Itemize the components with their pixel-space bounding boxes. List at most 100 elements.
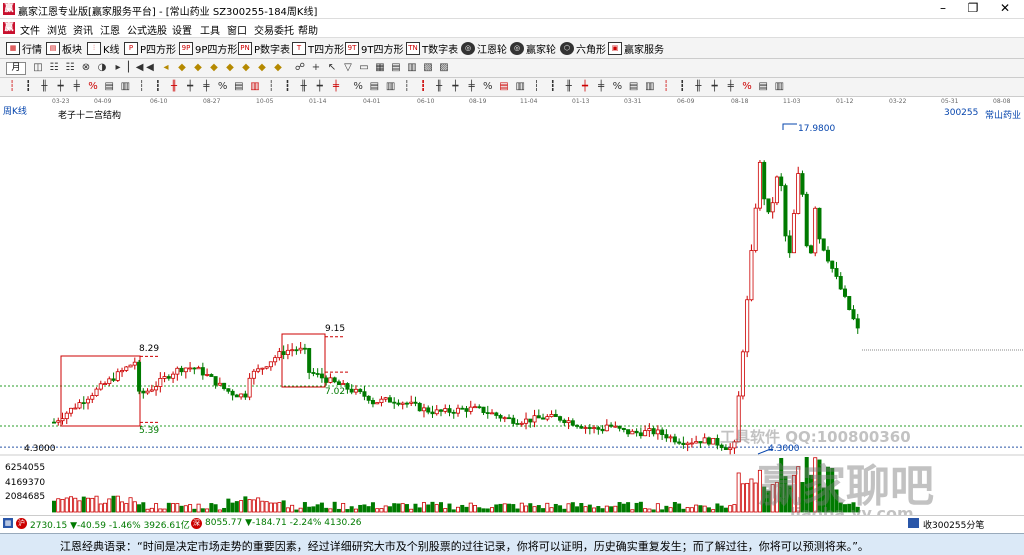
chart-tool-icon[interactable]: ┿: [55, 81, 67, 93]
chart-tool-icon[interactable]: ╪: [595, 81, 607, 93]
chart-tool-icon[interactable]: ╪: [71, 81, 83, 93]
chart-tool-icon[interactable]: ╪: [725, 81, 737, 93]
chart-tool-icon[interactable]: ┿: [709, 81, 721, 93]
menu-trade[interactable]: 交易委托: [254, 22, 294, 37]
chart-tool-icon[interactable]: ▥: [249, 81, 261, 93]
drawing-tool-icon[interactable]: ☍: [294, 62, 306, 74]
toolbar-kline-button[interactable]: ⫶ K线: [87, 41, 120, 56]
toolbar-p-table-button[interactable]: PN P数字表: [238, 41, 290, 56]
toolbar-9p-square-button[interactable]: 9P 9P四方形: [179, 41, 237, 56]
chart-tool-icon[interactable]: ▤: [103, 81, 115, 93]
menu-tools[interactable]: 工具: [200, 22, 220, 37]
drawing-tool-icon[interactable]: ◆: [176, 62, 188, 74]
drawing-tool-icon[interactable]: ◆: [208, 62, 220, 74]
chart-tool-icon[interactable]: ╫: [433, 81, 445, 93]
restore-button[interactable]: ❐: [958, 0, 988, 18]
chart-tool-icon[interactable]: ╪: [200, 81, 212, 93]
chart-tool-icon[interactable]: ╫: [168, 81, 180, 93]
drawing-tool-icon[interactable]: ▦: [374, 62, 386, 74]
chart-tool-icon[interactable]: ▥: [514, 81, 526, 93]
chart-tool-icon[interactable]: ╪: [330, 81, 342, 93]
toolbar-gann-wheel-button[interactable]: ◎ 江恩轮: [461, 41, 507, 56]
menu-formula[interactable]: 公式选股: [127, 22, 167, 37]
drawing-tool-icon[interactable]: ◆: [192, 62, 204, 74]
chart-tool-icon[interactable]: ▥: [119, 81, 131, 93]
chart-tool-icon[interactable]: ╪: [466, 81, 478, 93]
chart-tool-icon[interactable]: ┇: [152, 81, 164, 93]
chart-tool-icon[interactable]: ▥: [385, 81, 397, 93]
toolbar-sector-button[interactable]: ▤ 板块: [46, 41, 82, 56]
drawing-tool-icon[interactable]: ◫: [32, 62, 44, 74]
drawing-tool-icon[interactable]: ▭: [358, 62, 370, 74]
chart-tool-icon[interactable]: ▤: [757, 81, 769, 93]
drawing-tool-icon[interactable]: ◆: [224, 62, 236, 74]
chart-tool-icon[interactable]: ┆: [530, 81, 542, 93]
drawing-tool-icon[interactable]: ▏◀: [128, 62, 143, 74]
chart-tool-icon[interactable]: ┇: [281, 81, 293, 93]
chart-tool-icon[interactable]: ┆: [136, 81, 148, 93]
chart-tool-icon[interactable]: %: [352, 81, 364, 93]
chart-tool-icon[interactable]: %: [217, 81, 229, 93]
toolbar-quotes-button[interactable]: ▦ 行情: [6, 41, 42, 56]
chart-tool-icon[interactable]: %: [741, 81, 753, 93]
chart-tool-icon[interactable]: ▤: [498, 81, 510, 93]
drawing-tool-icon[interactable]: ◂: [160, 62, 172, 74]
chart-tool-icon[interactable]: ┇: [676, 81, 688, 93]
drawing-tool-icon[interactable]: ◆: [240, 62, 252, 74]
drawing-tool-icon[interactable]: +: [310, 62, 322, 74]
menu-settings[interactable]: 设置: [172, 22, 192, 37]
drawing-tool-icon[interactable]: ▤: [390, 62, 402, 74]
period-select[interactable]: 月: [6, 62, 26, 75]
drawing-tool-icon[interactable]: ◆: [256, 62, 268, 74]
menu-help[interactable]: 帮助: [298, 22, 318, 37]
chart-tool-icon[interactable]: ┇: [417, 81, 429, 93]
chart-tool-icon[interactable]: ┆: [265, 81, 277, 93]
minimize-button[interactable]: –: [928, 0, 958, 18]
chart-tool-icon[interactable]: ▥: [773, 81, 785, 93]
chart-tool-icon[interactable]: ┿: [184, 81, 196, 93]
toolbar-p-square-button[interactable]: P P四方形: [124, 41, 176, 56]
drawing-tool-icon[interactable]: ▨: [438, 62, 450, 74]
chart-tool-icon[interactable]: ┿: [579, 81, 591, 93]
drawing-tool-icon[interactable]: ▧: [422, 62, 434, 74]
sh-index-text[interactable]: 2730.15 ▼-40.59 -1.46% 3926.61亿: [30, 518, 190, 531]
chart-tool-icon[interactable]: ▤: [233, 81, 245, 93]
kline-chart[interactable]: 周K线 老子十二宫结构 300255 常山药业 17.9800 8.29 5.3…: [0, 106, 1024, 523]
toolbar-t-table-button[interactable]: TN T数字表: [406, 41, 458, 56]
chart-tool-icon[interactable]: ▤: [368, 81, 380, 93]
toolbar-winner-wheel-button[interactable]: ◎ 赢家轮: [510, 41, 556, 56]
drawing-tool-icon[interactable]: ⊗: [80, 62, 92, 74]
menu-news[interactable]: 资讯: [73, 22, 93, 37]
tick-detail-label[interactable]: 收300255分笔: [923, 518, 984, 531]
chart-tool-icon[interactable]: ╫: [38, 81, 50, 93]
close-button[interactable]: ✕: [990, 0, 1020, 18]
menu-gann[interactable]: 江恩: [100, 22, 120, 37]
chart-tool-icon[interactable]: ┇: [547, 81, 559, 93]
toolbar-service-button[interactable]: ▣ 赢家服务: [608, 41, 664, 56]
drawing-tool-icon[interactable]: ☷: [48, 62, 60, 74]
chart-tool-icon[interactable]: ┿: [449, 81, 461, 93]
chart-tool-icon[interactable]: %: [482, 81, 494, 93]
chart-tool-icon[interactable]: ┿: [314, 81, 326, 93]
drawing-tool-icon[interactable]: ◑: [96, 62, 108, 74]
drawing-tool-icon[interactable]: ▥: [406, 62, 418, 74]
chart-tool-icon[interactable]: ▤: [628, 81, 640, 93]
chart-tool-icon[interactable]: ┇: [22, 81, 34, 93]
menu-browse[interactable]: 浏览: [47, 22, 67, 37]
chart-tool-icon[interactable]: %: [611, 81, 623, 93]
toolbar-9t-square-button[interactable]: 9T 9T四方形: [345, 41, 403, 56]
chart-tool-icon[interactable]: ┆: [660, 81, 672, 93]
drawing-tool-icon[interactable]: ▸: [112, 62, 124, 74]
chart-tool-icon[interactable]: %: [87, 81, 99, 93]
menu-file[interactable]: 文件: [20, 22, 40, 37]
chart-tool-icon[interactable]: ╫: [298, 81, 310, 93]
drawing-tool-icon[interactable]: ☷: [64, 62, 76, 74]
chart-tool-icon[interactable]: ▥: [644, 81, 656, 93]
sz-index-text[interactable]: 8055.77 ▼-184.71 -2.24% 4130.26: [205, 518, 362, 528]
menu-window[interactable]: 窗口: [227, 22, 247, 37]
drawing-tool-icon[interactable]: ▽: [342, 62, 354, 74]
chart-tool-icon[interactable]: ╫: [563, 81, 575, 93]
chart-tool-icon[interactable]: ┆: [6, 81, 18, 93]
drawing-tool-icon[interactable]: ◆: [272, 62, 284, 74]
chart-tool-icon[interactable]: ╫: [692, 81, 704, 93]
